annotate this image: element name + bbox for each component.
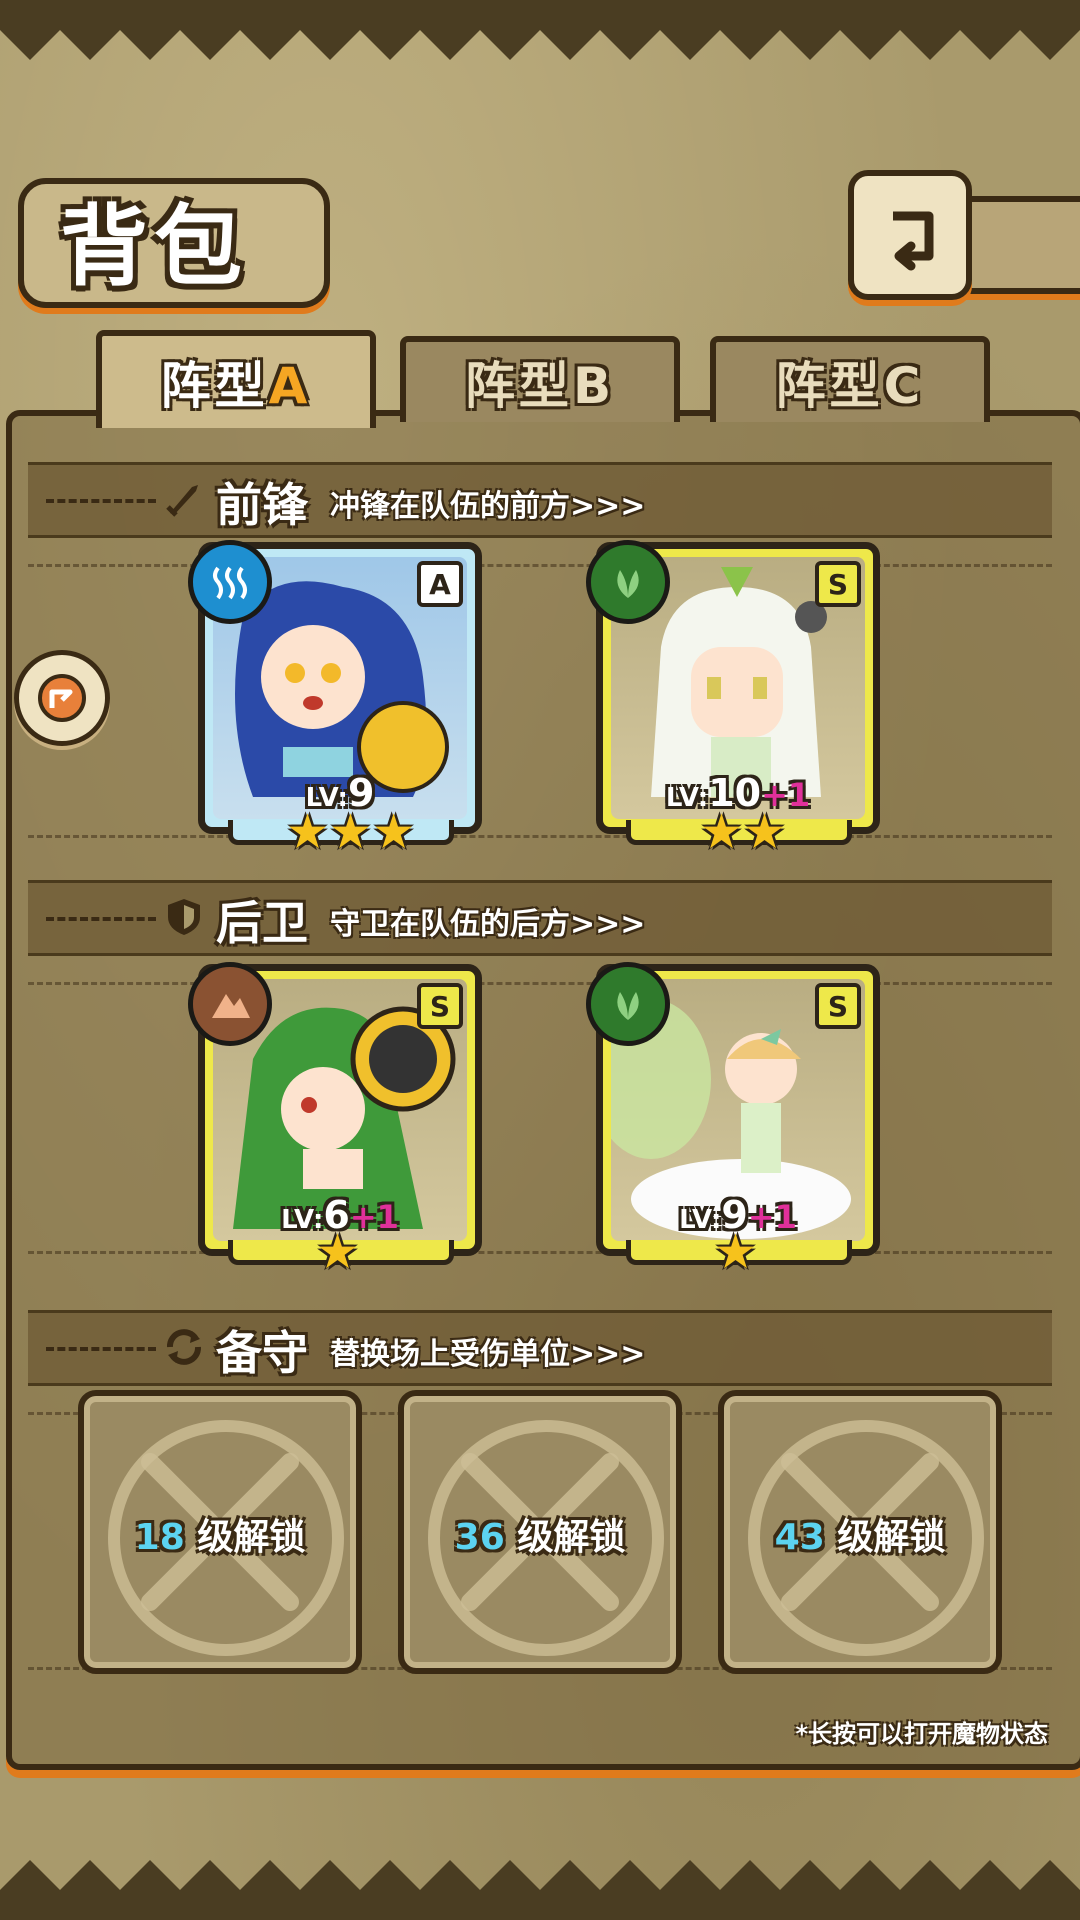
- earth-icon: [188, 962, 272, 1046]
- tab-label: 阵型A: [160, 357, 312, 415]
- return-arrow-icon: [893, 211, 934, 271]
- locked-reserve-slot[interactable]: 18 级解锁: [78, 1390, 362, 1674]
- tab-formation-a[interactable]: 阵型A: [96, 330, 376, 428]
- section-reserve-header: 备守 替换场上受伤单位>>>: [28, 1310, 1052, 1386]
- rank-badge: S: [417, 983, 463, 1029]
- top-zigzag-border: [0, 0, 1080, 60]
- star-icon: ★: [743, 804, 787, 860]
- unlock-requirement: 18 级解锁: [134, 1517, 306, 1558]
- front-row-band: [28, 564, 1052, 838]
- star-rating: ★ ★ ★: [286, 808, 415, 856]
- hint-text: *长按可以打开魔物状态: [795, 1720, 1048, 1748]
- rank-badge: S: [815, 561, 861, 607]
- section-title: 后卫: [216, 896, 308, 950]
- star-icon: ★: [714, 1224, 758, 1280]
- section-front-header: 前锋 冲锋在队伍的前方>>>: [28, 462, 1052, 538]
- star-icon: ★: [329, 804, 373, 860]
- section-title: 备守: [216, 1326, 308, 1380]
- tab-label: 阵型B: [464, 357, 616, 415]
- rank-badge: S: [815, 983, 861, 1029]
- back-button[interactable]: [848, 170, 972, 300]
- tab-formation-c[interactable]: 阵型C: [710, 336, 990, 422]
- star-rating: ★: [714, 1228, 757, 1276]
- star-icon: ★: [286, 804, 330, 860]
- star-icon: ★: [372, 804, 416, 860]
- section-desc: 冲锋在队伍的前方>>>: [330, 489, 646, 524]
- section-desc: 替换场上受伤单位>>>: [330, 1337, 646, 1372]
- unlock-requirement: 43 级解锁: [774, 1517, 946, 1558]
- star-rating: ★: [316, 1228, 359, 1276]
- dash-line: [46, 499, 156, 503]
- water-icon: [188, 540, 272, 624]
- star-icon: ★: [316, 1224, 360, 1280]
- star-rating: ★ ★: [700, 808, 786, 856]
- section-desc: 守卫在队伍的后方>>>: [330, 907, 646, 942]
- leaf-icon: [586, 540, 670, 624]
- tab-formation-b[interactable]: 阵型B: [400, 336, 680, 422]
- dash-line: [46, 1347, 156, 1351]
- rank-badge: A: [417, 561, 463, 607]
- leaf-icon: [586, 962, 670, 1046]
- bottom-zigzag-border: [0, 1860, 1080, 1920]
- sword-icon: [166, 485, 198, 517]
- tab-label: 阵型C: [775, 357, 925, 415]
- dash-line: [46, 917, 156, 921]
- shield-icon: [168, 899, 200, 935]
- section-title: 前锋: [216, 478, 308, 532]
- page-title: 背包: [60, 194, 249, 298]
- back-button-rail: [958, 196, 1080, 294]
- unlock-requirement: 36 级解锁: [454, 1517, 626, 1558]
- section-back-header: 后卫 守卫在队伍的后方>>>: [28, 880, 1052, 956]
- back-row-band: [28, 982, 1052, 1254]
- swap-icon: [167, 1329, 201, 1365]
- locked-reserve-slot[interactable]: 43 级解锁: [718, 1390, 1002, 1674]
- locked-reserve-slot[interactable]: 36 级解锁: [398, 1390, 682, 1674]
- star-icon: ★: [700, 804, 744, 860]
